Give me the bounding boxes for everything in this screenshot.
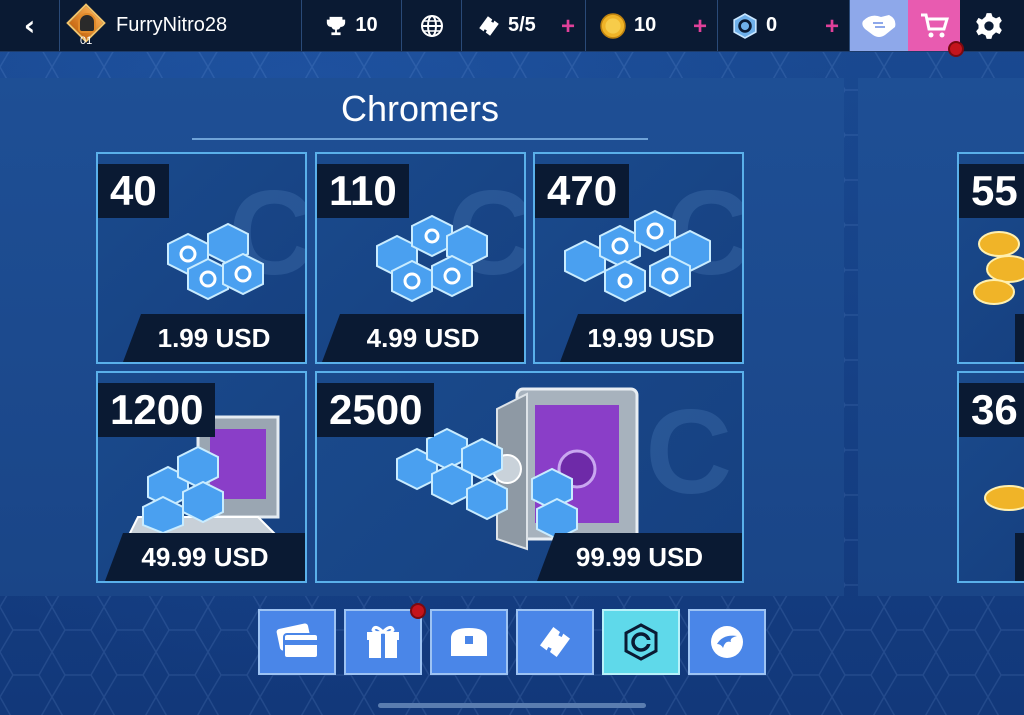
tickets-counter[interactable]: 5/5 + — [462, 0, 586, 51]
pack-price: 1.99 USD — [123, 314, 305, 362]
add-chromers-button[interactable]: + — [825, 13, 839, 41]
notification-dot — [410, 603, 426, 619]
top-bar: ‹ 01 FurryNitro28 10 5/5 + 10 + 0 + — [0, 0, 1024, 57]
chest-icon — [451, 628, 487, 656]
pack-price: 49.99 USD — [105, 533, 305, 581]
chromer-icon — [624, 623, 658, 661]
pack-amount: 55 — [959, 164, 1024, 218]
cards-icon — [276, 623, 319, 659]
chromer-pack-1200[interactable]: 1200 49.99 USD — [96, 371, 307, 583]
coin-pile-icon — [984, 485, 1024, 511]
chromer-pack-110[interactable]: C 110 4.99 USD — [315, 152, 526, 364]
handshake-icon — [862, 14, 896, 37]
pack-amount: 36 — [959, 383, 1024, 437]
section-title: Chromers — [340, 88, 500, 129]
profile-button[interactable]: 01 FurryNitro28 — [60, 0, 302, 51]
pack-price-partial — [1015, 314, 1024, 362]
title-divider — [192, 138, 648, 140]
chromers-counter[interactable]: 0 + — [718, 0, 850, 51]
pack-amount: 110 — [317, 164, 409, 218]
pack-price: 4.99 USD — [322, 314, 524, 362]
coin-pile-icon — [973, 231, 1024, 305]
pack-amount: 40 — [98, 164, 169, 218]
gear-icon — [976, 12, 1002, 39]
boost-icon — [711, 626, 743, 658]
chromer-pack-470[interactable]: C 470 19.99 USD — [533, 152, 744, 364]
add-tickets-button[interactable]: + — [561, 13, 575, 41]
tickets-count: 5/5 — [508, 14, 536, 36]
chromer-pack-40[interactable]: C 40 1.99 USD — [96, 152, 307, 364]
tab-chests[interactable] — [430, 609, 508, 675]
username: FurryNitro28 — [116, 14, 228, 36]
settings-button[interactable] — [960, 0, 1018, 51]
chromers-count: 0 — [766, 14, 778, 36]
add-coins-button[interactable]: + — [693, 13, 707, 41]
coin-icon — [600, 12, 626, 39]
tab-boosts[interactable] — [688, 609, 766, 675]
coins-counter[interactable]: 10 + — [586, 0, 718, 51]
back-button[interactable]: ‹ — [0, 0, 60, 51]
pack-price: 99.99 USD — [537, 533, 742, 581]
shop-category-nav — [258, 603, 766, 675]
chromer-pack-2500[interactable]: C 2500 99.99 USD — [315, 371, 744, 583]
ticket-icon — [540, 627, 570, 657]
coin-pack-36[interactable]: 36 — [957, 371, 1024, 583]
coins-count: 10 — [634, 14, 657, 36]
ticket-icon — [479, 15, 499, 36]
tab-gifts[interactable] — [344, 603, 426, 675]
chromer-gems-icon — [564, 209, 711, 303]
pack-price-partial — [1015, 533, 1024, 581]
pack-price: 19.99 USD — [560, 314, 742, 362]
tab-cards[interactable] — [258, 609, 336, 675]
chromer-gems-icon — [167, 222, 264, 301]
avatar: 01 — [66, 2, 106, 49]
pack-amount: 1200 — [98, 383, 216, 437]
globe-button[interactable] — [402, 0, 462, 51]
player-level: 01 — [80, 34, 93, 47]
cart-icon — [921, 13, 949, 37]
chromer-icon — [733, 12, 757, 39]
chromer-gems-icon — [376, 214, 488, 303]
coin-pack-55[interactable]: 55 — [957, 152, 1024, 364]
notification-dot — [948, 41, 964, 57]
trophy-icon — [327, 16, 346, 35]
pack-amount: 470 — [535, 164, 630, 218]
friends-button[interactable] — [850, 0, 908, 51]
home-indicator — [378, 703, 646, 708]
trophy-counter[interactable]: 10 — [302, 0, 402, 51]
trophy-count: 10 — [355, 14, 378, 36]
tab-chromers[interactable] — [602, 609, 680, 675]
gift-icon — [367, 625, 399, 658]
tab-tickets[interactable] — [516, 609, 594, 675]
pack-amount: 2500 — [317, 383, 435, 437]
shop-button[interactable] — [908, 0, 964, 57]
globe-icon — [420, 14, 443, 37]
